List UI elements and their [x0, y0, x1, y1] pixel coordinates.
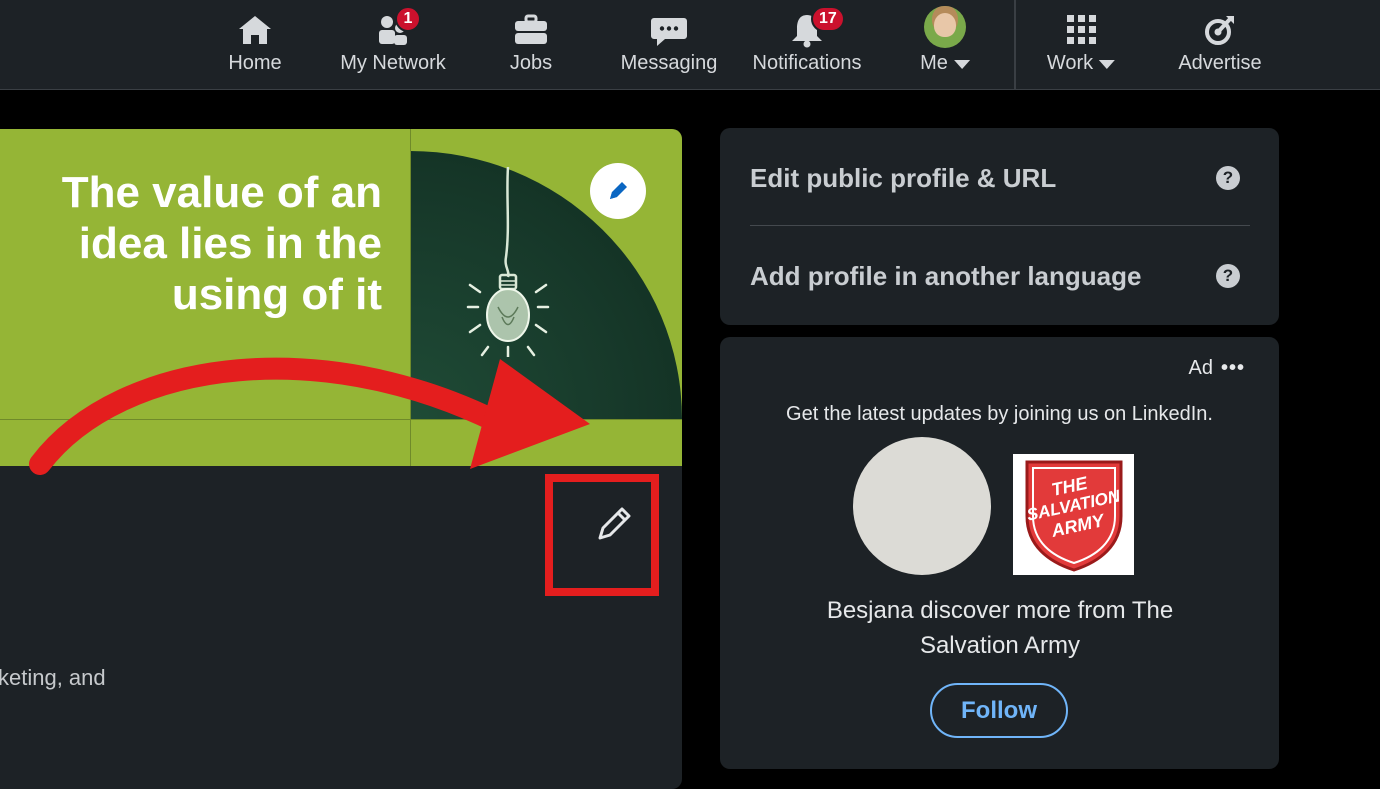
nav-advertise-label: Advertise [1178, 52, 1262, 74]
nav-me-text: Me [920, 52, 948, 74]
nav-messaging[interactable]: Messaging [609, 0, 729, 90]
follow-button[interactable]: Follow [930, 683, 1068, 738]
nav-work-text: Work [1046, 52, 1094, 74]
nav-home-label: Home [228, 52, 282, 74]
banner-quote-line: using of it [171, 270, 382, 319]
ad-label: Ad [1188, 357, 1213, 379]
more-options-icon[interactable]: ••• [1221, 357, 1245, 380]
add-language-profile-link[interactable]: Add profile in another language ? [750, 228, 1250, 324]
nav-work[interactable]: Work [1031, 0, 1131, 90]
nav-home[interactable]: Home [205, 0, 305, 90]
grid-icon [1061, 10, 1101, 50]
pencil-icon [610, 182, 627, 199]
help-icon[interactable]: ? [1216, 166, 1240, 190]
nav-me-label: Me [920, 52, 970, 75]
profile-headline: keting, and [0, 665, 106, 690]
annotation-arrow [29, 357, 590, 475]
edit-intro-pencil-icon[interactable] [592, 501, 636, 545]
add-language-label: Add profile in another language [750, 260, 1142, 291]
ad-card: Ad ••• Get the latest updates by joining… [720, 337, 1279, 769]
home-icon [235, 10, 275, 50]
divider [750, 225, 1250, 226]
nav-my-network[interactable]: 1 My Network [333, 0, 453, 90]
nav-notifications[interactable]: 17 Notifications [747, 0, 867, 90]
top-navigation: Home 1 My Network Jobs Messaging 17 Noti… [0, 0, 1380, 90]
chevron-down-icon [953, 60, 970, 69]
notifications-badge: 17 [811, 6, 845, 32]
lightbulb-icon [466, 167, 550, 357]
banner-quote-line: The value of an [61, 168, 382, 217]
salvation-army-logo: THE SALVATION ARMY [1013, 454, 1134, 575]
banner-quote: The value of an idea lies in the using o… [20, 167, 382, 320]
nav-me[interactable]: Me [895, 0, 995, 90]
network-badge: 1 [395, 6, 421, 32]
profile-settings-card: Edit public profile & URL ? Add profile … [720, 128, 1279, 325]
ad-headline-line: Salvation Army [919, 632, 1081, 659]
nav-messaging-label: Messaging [620, 52, 718, 74]
chevron-down-icon [1099, 60, 1116, 69]
nav-jobs[interactable]: Jobs [481, 0, 581, 90]
nav-notifications-label: Notifications [752, 52, 862, 74]
avatar [924, 6, 966, 48]
nav-advertise[interactable]: Advertise [1160, 0, 1280, 90]
ad-headline: Besjana discover more from The Salvation… [780, 593, 1220, 663]
briefcase-icon [511, 10, 551, 50]
member-avatar [853, 437, 991, 575]
edit-public-profile-link[interactable]: Edit public profile & URL ? [750, 130, 1250, 226]
edit-banner-button[interactable] [590, 163, 646, 219]
ad-headline-line: Besjana discover more from The [826, 597, 1174, 624]
nav-divider [1014, 0, 1016, 90]
help-icon[interactable]: ? [1216, 264, 1240, 288]
messaging-icon [649, 10, 689, 50]
banner-quote-line: idea lies in the [78, 219, 382, 268]
nav-my-network-label: My Network [340, 52, 446, 74]
edit-public-profile-label: Edit public profile & URL [750, 162, 1057, 193]
nav-jobs-label: Jobs [509, 52, 553, 74]
nav-work-label: Work [1046, 52, 1116, 75]
profile-card: The value of an idea lies in the using o… [0, 129, 682, 789]
advertise-icon [1200, 10, 1240, 50]
ad-intro-text: Get the latest updates by joining us on … [786, 403, 1213, 425]
